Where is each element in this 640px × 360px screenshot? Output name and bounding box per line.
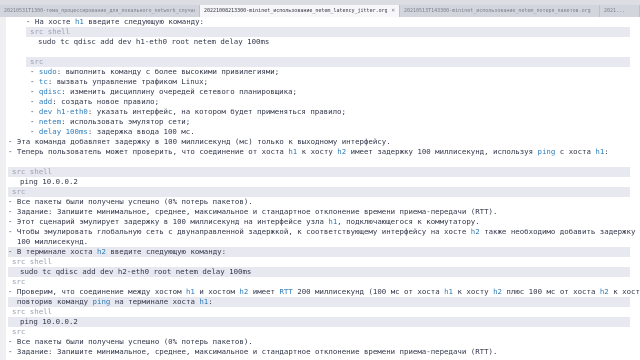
src-end: src [30,57,44,66]
text-line: - Этот сценарий эмулирует задержку в 100… [8,217,480,226]
src-block-header [26,27,630,37]
close-icon[interactable]: × [391,5,395,17]
list-item: - netem: использовать эмулятор сети; [30,117,191,126]
text-line: 100 миллисекунд. [8,237,89,246]
text-line: - В терминале хоста h2 введите следующую… [8,247,227,256]
text-line: - Все пакеты были получены успешно (0% п… [8,337,253,346]
tab-label: 20221008213300-mininet_использование_net… [204,8,388,14]
src-block-header [8,167,630,177]
src-begin: src shell [12,307,53,316]
text-line: - Чтобы эмулировать глобальную сеть с дв… [8,227,640,236]
text-line: - Все пакеты были получены успешно (0% п… [8,197,253,206]
code-line: sudo tc qdisc add dev h2-eth0 root netem… [20,267,252,276]
list-item: - delay 100ms: задержка ввода 100 мс. [30,127,195,136]
src-block-footer [26,57,630,67]
tab-buffer-active[interactable]: 20221008213300-mininet_использование_net… [200,5,400,17]
fringe [0,17,6,360]
text-line: повторив команду ping на терминале хоста… [8,297,213,306]
src-end: src [12,187,26,196]
editor-area[interactable]: - На хосте h1 введите следующую команду:… [0,17,640,360]
code-line: ping 10.0.0.2 [20,317,78,326]
text-line: - Теперь пользователь может проверить, ч… [8,147,609,156]
text-line: - Задание: Запишите минимальное, среднее… [8,207,498,216]
tab-buffer-4[interactable]: 2021... [600,5,640,17]
text-line: - На хосте h1 введите следующую команду: [26,17,204,26]
code-line: ping 10.0.0.2 [20,177,78,186]
tab-bar: 20210531T1300-тема_пpоцессирование_для_л… [0,5,640,17]
list-item: - dev h1-eth0: указать интерфейс, на кот… [30,107,346,116]
code-line: sudo tc qdisc add dev h1-eth0 root netem… [38,37,270,46]
src-begin: src shell [30,27,71,36]
tab-label: 20210531T1300-тема_пpоцессирование_для_л… [4,8,195,14]
src-begin: src shell [12,257,53,266]
tab-label: 20210513T143300-mininet_использование_ne… [404,8,591,14]
tab-buffer-1[interactable]: 20210531T1300-тема_пpоцессирование_для_л… [0,5,200,17]
text-line: - Задание: Запишите минимальное, среднее… [8,347,498,356]
src-end: src [12,327,26,336]
list-item: - tc: вызвать управление трафиком Linux; [30,77,208,86]
list-item: - add: создать новое правило; [30,97,160,106]
src-block-footer [8,317,630,327]
text-line: - Эта команда добавляет задержку в 100 м… [8,137,391,146]
src-block-footer [8,187,630,197]
src-begin: src shell [12,167,53,176]
src-end: src [12,277,26,286]
list-item: - sudo: выполнить команду с более высоки… [30,67,280,76]
tab-label: 2021... [604,8,626,14]
text-line: - Проверим, что соединение между хостом … [8,287,640,296]
list-item: - qdisc: изменить дисциплину очередей се… [30,87,297,96]
tab-buffer-3[interactable]: 20210513T143300-mininet_использование_ne… [400,5,600,17]
